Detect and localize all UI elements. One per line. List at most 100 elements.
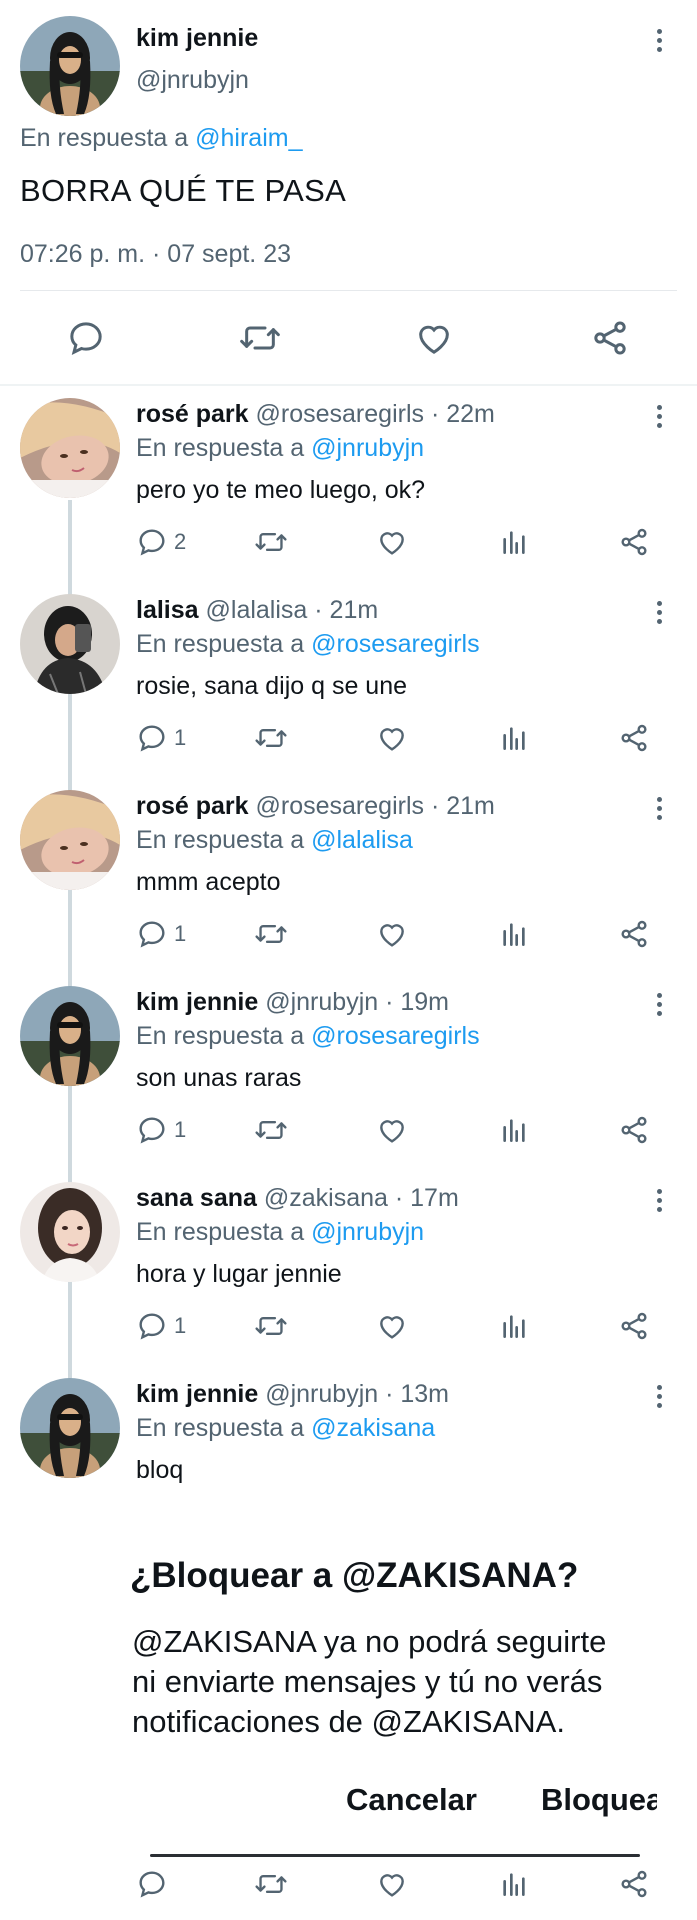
retweet-icon[interactable] bbox=[238, 318, 282, 363]
reply-actions: 2 bbox=[136, 526, 656, 566]
reply-icon[interactable] bbox=[66, 318, 106, 363]
like-icon[interactable] bbox=[376, 1868, 408, 1905]
reply-button[interactable]: 1 bbox=[136, 1310, 186, 1342]
share-icon[interactable] bbox=[618, 1114, 650, 1146]
retweet-icon[interactable] bbox=[254, 1114, 288, 1146]
reply-icon bbox=[139, 1313, 165, 1340]
reply-count: 1 bbox=[174, 1117, 187, 1142]
reply-tweet[interactable]: rosé park @rosesaregirls · 22m En respue… bbox=[0, 386, 697, 582]
main-tweet: kim jennie @jnrubyjn En respuesta a @hir… bbox=[0, 0, 697, 386]
views-icon[interactable] bbox=[498, 722, 530, 754]
block-dialog-line: @ZAKISANA ya no podrá seguirte bbox=[132, 1624, 607, 1659]
reply-button[interactable]: 2 bbox=[136, 526, 186, 558]
author-handle-time[interactable]: @zakisana · 17m bbox=[264, 1184, 459, 1212]
reply-icon bbox=[139, 1117, 165, 1144]
reply-header: sana sana @zakisana · 17m bbox=[136, 1184, 459, 1213]
reply-button[interactable]: 1 bbox=[136, 1114, 186, 1146]
reply-tweet[interactable]: lalisa @lalalisa · 21m En respuesta a @r… bbox=[0, 582, 697, 778]
author-name[interactable]: kim jennie bbox=[136, 24, 258, 53]
reply-actions: 1 bbox=[136, 722, 656, 762]
author-handle-time[interactable]: @jnrubyjn · 13m bbox=[265, 1380, 449, 1408]
reply-to-link[interactable]: @jnrubyjn bbox=[311, 434, 424, 462]
more-options-icon[interactable] bbox=[649, 398, 669, 434]
author-name[interactable]: sana sana bbox=[136, 1184, 257, 1212]
like-icon[interactable] bbox=[376, 722, 408, 754]
author-handle-time[interactable]: @lalalisa · 21m bbox=[206, 596, 379, 624]
author-name[interactable]: kim jennie bbox=[136, 988, 258, 1016]
more-options-icon[interactable] bbox=[649, 1182, 669, 1218]
reply-to-link[interactable]: @jnrubyjn bbox=[311, 1218, 424, 1246]
reply-icon bbox=[139, 725, 165, 752]
reply-tweet[interactable]: kim jennie @jnrubyjn · 13m En respuesta … bbox=[0, 1366, 697, 1562]
reply-header: lalisa @lalalisa · 21m bbox=[136, 596, 378, 625]
like-icon[interactable] bbox=[376, 526, 408, 558]
author-name[interactable]: rosé park bbox=[136, 792, 249, 820]
author-name[interactable]: rosé park bbox=[136, 400, 249, 428]
reply-text: hora y lugar jennie bbox=[136, 1260, 342, 1288]
reply-count: 1 bbox=[174, 1313, 187, 1338]
author-handle-time[interactable]: @rosesaregirls · 22m bbox=[256, 400, 495, 428]
reply-prefix: En respuesta a bbox=[136, 1022, 312, 1050]
author-name[interactable]: kim jennie bbox=[136, 1380, 258, 1408]
more-options-icon[interactable] bbox=[649, 1378, 669, 1414]
avatar[interactable] bbox=[20, 594, 120, 694]
views-icon[interactable] bbox=[498, 1114, 530, 1146]
reply-context: En respuesta a @jnrubyjn bbox=[136, 1218, 424, 1247]
reply-tweet[interactable]: rosé park @rosesaregirls · 21m En respue… bbox=[0, 778, 697, 974]
like-icon[interactable] bbox=[414, 318, 454, 363]
retweet-icon[interactable] bbox=[254, 1868, 288, 1905]
reply-button[interactable]: 1 bbox=[136, 722, 186, 754]
views-icon[interactable] bbox=[498, 918, 530, 950]
avatar[interactable] bbox=[20, 398, 120, 498]
avatar[interactable] bbox=[20, 790, 120, 890]
avatar[interactable] bbox=[20, 1378, 120, 1478]
more-options-icon[interactable] bbox=[649, 986, 669, 1022]
more-options-icon[interactable] bbox=[649, 790, 669, 826]
retweet-icon[interactable] bbox=[254, 526, 288, 558]
reply-header: rosé park @rosesaregirls · 21m bbox=[136, 792, 495, 821]
avatar[interactable] bbox=[20, 986, 120, 1086]
more-options-icon[interactable] bbox=[649, 22, 669, 58]
views-icon[interactable] bbox=[498, 526, 530, 558]
author-name[interactable]: lalisa bbox=[136, 596, 199, 624]
author-handle[interactable]: @jnrubyjn bbox=[136, 66, 249, 95]
reply-prefix: En respuesta a bbox=[136, 630, 312, 658]
reply-tweet[interactable]: sana sana @zakisana · 17m En respuesta a… bbox=[0, 1170, 697, 1366]
retweet-icon[interactable] bbox=[254, 1310, 288, 1342]
reply-tweet[interactable]: kim jennie @jnrubyjn · 19m En respuesta … bbox=[0, 974, 697, 1170]
reply-to-link[interactable]: @rosesaregirls bbox=[311, 1022, 479, 1050]
share-icon[interactable] bbox=[618, 1310, 650, 1342]
author-handle-time[interactable]: @rosesaregirls · 21m bbox=[256, 792, 495, 820]
reply-button[interactable]: 1 bbox=[136, 918, 186, 950]
retweet-icon[interactable] bbox=[254, 722, 288, 754]
avatar[interactable] bbox=[20, 16, 120, 116]
reply-to-link[interactable]: @hiraim_ bbox=[195, 124, 302, 152]
share-icon[interactable] bbox=[590, 318, 630, 363]
reply-to-link[interactable]: @lalalisa bbox=[311, 826, 413, 854]
share-icon[interactable] bbox=[618, 526, 650, 558]
reply-to-link[interactable]: @rosesaregirls bbox=[311, 630, 479, 658]
reply-context: En respuesta a @lalalisa bbox=[136, 826, 413, 855]
like-icon[interactable] bbox=[376, 1310, 408, 1342]
reply-icon bbox=[139, 921, 165, 948]
author-handle-time[interactable]: @jnrubyjn · 19m bbox=[265, 988, 449, 1016]
retweet-icon[interactable] bbox=[254, 918, 288, 950]
like-icon[interactable] bbox=[376, 1114, 408, 1146]
share-icon[interactable] bbox=[618, 722, 650, 754]
like-icon[interactable] bbox=[376, 918, 408, 950]
share-icon[interactable] bbox=[618, 1868, 650, 1905]
reply-prefix: En respuesta a bbox=[136, 826, 312, 854]
reply-actions: 1 bbox=[136, 918, 656, 958]
reply-header: rosé park @rosesaregirls · 22m bbox=[136, 400, 495, 429]
reply-header: kim jennie @jnrubyjn · 19m bbox=[136, 988, 449, 1017]
reply-count: 1 bbox=[174, 921, 187, 946]
share-icon[interactable] bbox=[618, 918, 650, 950]
cancel-button[interactable]: Cancelar bbox=[346, 1782, 477, 1818]
block-button[interactable]: Bloquear bbox=[541, 1782, 675, 1818]
reply-icon[interactable] bbox=[136, 1868, 168, 1905]
more-options-icon[interactable] bbox=[649, 594, 669, 630]
views-icon[interactable] bbox=[498, 1868, 530, 1905]
avatar[interactable] bbox=[20, 1182, 120, 1282]
views-icon[interactable] bbox=[498, 1310, 530, 1342]
reply-to-link[interactable]: @zakisana bbox=[311, 1414, 435, 1442]
